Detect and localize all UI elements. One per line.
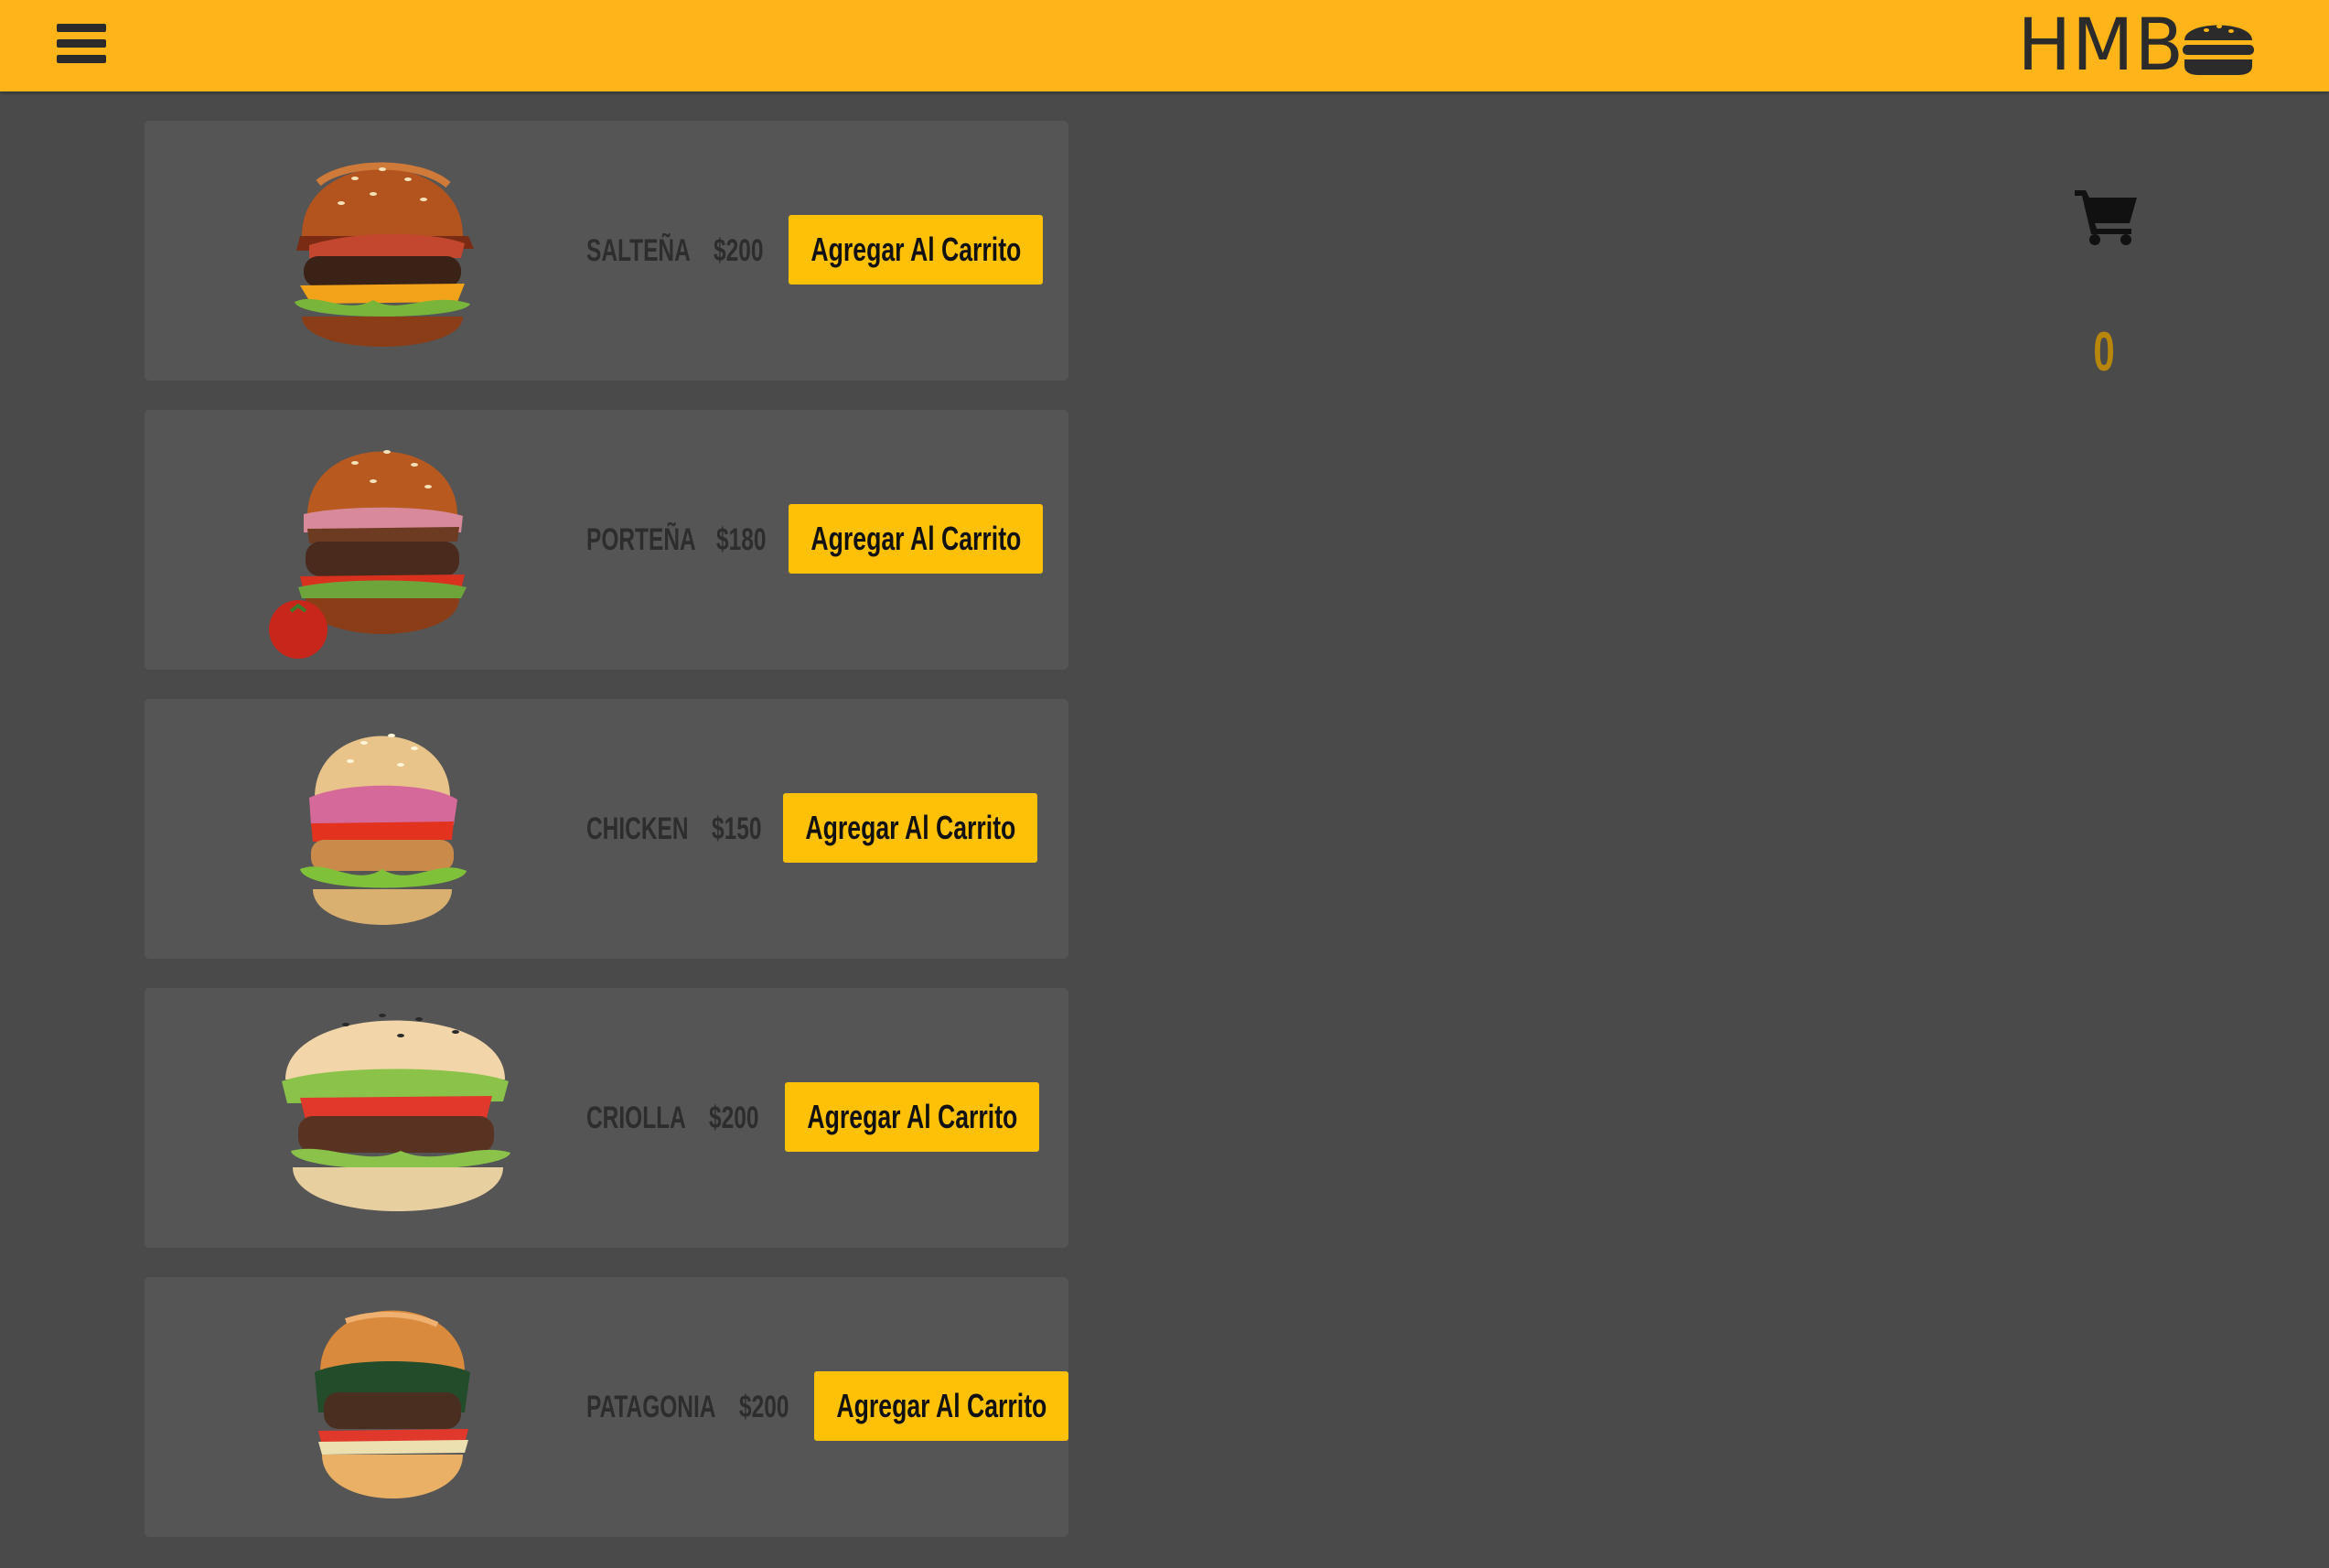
add-to-cart-button[interactable]: Agregar Al Carrito — [783, 793, 1037, 863]
product-price: $200 — [709, 1100, 759, 1135]
add-to-cart-button[interactable]: Agregar Al Carrito — [789, 504, 1043, 574]
burger-image — [315, 1310, 470, 1498]
brand-logo[interactable]: HMB — [2018, 2, 2256, 90]
product-name: SALTEÑA — [586, 232, 691, 268]
add-to-cart-button[interactable]: Agregar Al Carrito — [785, 1082, 1039, 1152]
shopping-cart-icon[interactable] — [2073, 187, 2139, 247]
add-to-cart-label: Agregar Al Carrito — [836, 1387, 1046, 1424]
product-card: SALTEÑA $200 Agregar Al Carrito — [145, 121, 1068, 381]
cart-count: 0 — [2093, 321, 2115, 382]
product-card: PORTEÑA $180 Agregar Al Carrito — [145, 410, 1068, 670]
logo-text: HMB — [2017, 5, 2184, 87]
add-to-cart-button[interactable]: Agregar Al Carrito — [814, 1371, 1068, 1441]
product-card: CRIOLLA $200 Agregar Al Carrito — [145, 988, 1068, 1248]
product-price: $150 — [712, 811, 762, 846]
hamburger-menu-icon[interactable] — [57, 24, 106, 70]
add-to-cart-button[interactable]: Agregar Al Carrito — [789, 215, 1043, 285]
product-price: $200 — [739, 1389, 789, 1424]
burger-image — [269, 450, 467, 659]
add-to-cart-label: Agregar Al Carrito — [810, 520, 1021, 557]
top-navbar: HMB — [0, 0, 2329, 91]
add-to-cart-label: Agregar Al Carrito — [805, 809, 1015, 846]
product-name: CHICKEN — [586, 811, 689, 846]
burger-image — [300, 734, 467, 925]
product-price: $200 — [714, 232, 764, 268]
burger-image — [282, 1014, 510, 1211]
add-to-cart-label: Agregar Al Carrito — [807, 1098, 1017, 1135]
add-to-cart-label: Agregar Al Carrito — [810, 231, 1021, 268]
product-card: CHICKEN $150 Agregar Al Carrito — [145, 699, 1068, 959]
product-card: PATAGONIA $200 Agregar Al Carrito — [145, 1277, 1068, 1537]
product-name: PATAGONIA — [586, 1389, 716, 1424]
burger-logo-icon — [2183, 25, 2254, 75]
product-name: CRIOLLA — [586, 1100, 686, 1135]
product-price: $180 — [716, 521, 767, 557]
burger-image — [295, 162, 474, 347]
product-name: PORTEÑA — [586, 521, 696, 557]
product-list: SALTEÑA $200 Agregar Al Carrito PORTEÑA … — [145, 121, 1068, 1566]
